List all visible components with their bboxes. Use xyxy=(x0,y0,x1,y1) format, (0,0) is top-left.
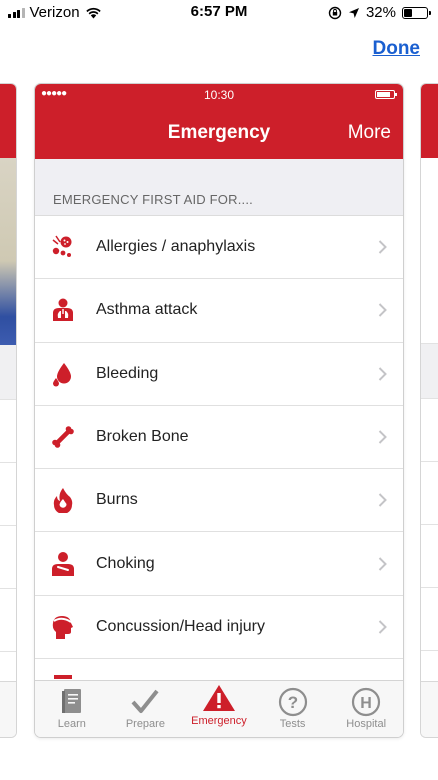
app-battery-icon xyxy=(375,90,397,99)
tab-hospital[interactable]: H Hospital xyxy=(329,681,403,737)
status-indicators: 32% xyxy=(328,4,431,21)
tab-label: Prepare xyxy=(125,718,165,730)
preview-tab-bar xyxy=(0,681,16,737)
app-clock: 10:30 xyxy=(203,88,235,102)
hospital-icon: H xyxy=(352,687,381,717)
tab-label: Hospital xyxy=(346,718,387,730)
preview-photo xyxy=(0,158,16,345)
checkmark-icon xyxy=(131,689,159,713)
first-aid-list: Allergies / anaphylaxis Asthma attack Bl… xyxy=(35,216,403,723)
list-item-allergies[interactable]: Allergies / anaphylaxis xyxy=(35,216,403,280)
tab-label: Learn xyxy=(57,718,86,730)
app-header: ●●●●● 10:30 Emergency More xyxy=(35,84,403,159)
svg-text:H: H xyxy=(360,695,372,712)
svg-text:?: ? xyxy=(287,693,297,712)
list-item-label: Choking xyxy=(96,554,155,572)
chevron-right-icon xyxy=(378,367,387,381)
blood-drop-icon xyxy=(53,362,71,387)
preview-section xyxy=(0,345,16,400)
preview-row xyxy=(421,462,438,525)
preview-section xyxy=(421,344,438,399)
previous-screen-preview[interactable] xyxy=(0,83,17,738)
preview-header xyxy=(421,84,438,158)
allergy-icon xyxy=(52,235,72,258)
tab-bar: Learn Prepare Emergency ? Tests H Hospit… xyxy=(35,680,403,737)
tab-label: Tests xyxy=(279,718,306,730)
list-item-bleeding[interactable]: Bleeding xyxy=(35,342,403,406)
choking-icon xyxy=(52,551,74,576)
chevron-right-icon xyxy=(378,430,387,444)
chevron-right-icon xyxy=(378,493,387,508)
asthma-icon xyxy=(53,298,73,322)
preview-row xyxy=(0,400,16,463)
preview-tab-bar xyxy=(421,681,438,737)
next-screen-preview[interactable] xyxy=(420,83,438,738)
preview-row xyxy=(421,588,438,651)
section-header-label: EMERGENCY FIRST AID FOR.... xyxy=(53,192,253,207)
preview-row xyxy=(421,399,438,462)
preview-row xyxy=(421,525,438,588)
list-item-label: Broken Bone xyxy=(96,428,189,446)
tab-tests[interactable]: ? Tests xyxy=(256,681,330,737)
done-button[interactable]: Done xyxy=(373,38,421,60)
list-item-label: Asthma attack xyxy=(96,301,198,319)
battery-percent: 32% xyxy=(365,4,396,21)
section-header: EMERGENCY FIRST AID FOR.... xyxy=(35,159,403,216)
chevron-right-icon xyxy=(378,303,387,318)
list-item-label: Burns xyxy=(96,491,138,509)
more-button[interactable]: More xyxy=(348,122,391,144)
chevron-right-icon xyxy=(378,620,387,634)
chevron-right-icon xyxy=(378,240,387,254)
list-item-label: Allergies / anaphylaxis xyxy=(96,238,256,256)
location-arrow-icon xyxy=(348,7,359,18)
head-injury-icon xyxy=(52,615,73,639)
list-item-label: Concussion/Head injury xyxy=(96,617,265,635)
preview-row xyxy=(0,526,16,589)
status-bar: Verizon 6:57 PM 32% xyxy=(0,0,438,26)
list-item-burns[interactable]: Burns xyxy=(35,469,403,533)
bone-icon xyxy=(52,426,74,448)
list-item-choking[interactable]: Choking xyxy=(35,532,403,596)
flame-icon xyxy=(53,488,73,514)
tab-learn[interactable]: Learn xyxy=(35,681,109,737)
preview-row xyxy=(0,589,16,652)
preview-row xyxy=(421,158,438,344)
list-item-asthma[interactable]: Asthma attack xyxy=(35,279,403,343)
tab-emergency[interactable]: Emergency xyxy=(182,681,256,737)
preview-header xyxy=(0,84,16,158)
list-item-concussion[interactable]: Concussion/Head injury xyxy=(35,595,403,660)
tab-label: Emergency xyxy=(191,715,247,727)
preview-row xyxy=(0,463,16,526)
list-item-label: Bleeding xyxy=(96,364,159,382)
question-icon: ? xyxy=(278,687,307,717)
orientation-lock-icon xyxy=(328,6,342,19)
tab-prepare[interactable]: Prepare xyxy=(109,681,183,737)
emergency-screen: ●●●●● 10:30 Emergency More EMERGENCY FIR… xyxy=(34,83,404,738)
app-status-bar: ●●●●● 10:30 xyxy=(41,88,397,102)
warning-icon xyxy=(202,685,235,711)
battery-icon xyxy=(402,6,431,19)
chevron-right-icon xyxy=(378,556,387,571)
book-icon xyxy=(61,689,81,713)
list-item-broken-bone[interactable]: Broken Bone xyxy=(35,405,403,470)
